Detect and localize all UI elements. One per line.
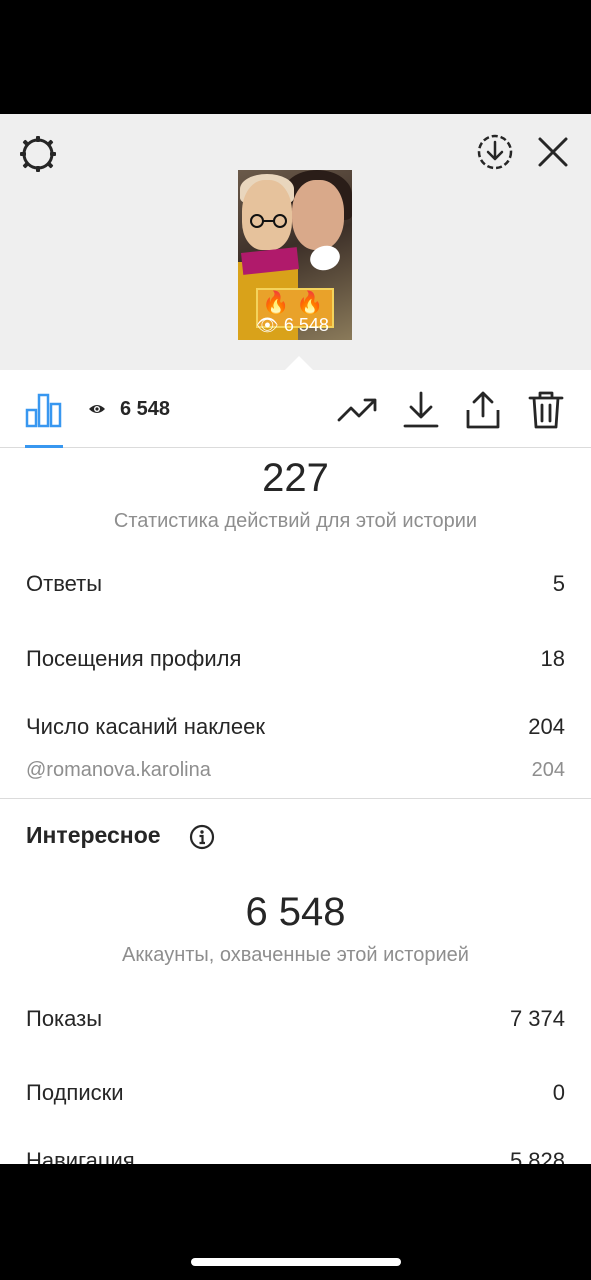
close-icon[interactable] — [535, 134, 571, 170]
thumbnail-views-label: 👁 6 548 — [256, 315, 329, 335]
section-divider — [0, 798, 591, 799]
stat-row-navigation: Навигация 5 828 — [26, 1148, 565, 1164]
status-bar-area — [0, 0, 591, 114]
settings-icon[interactable] — [18, 134, 58, 174]
stat-row-sticker-taps: Число касаний наклеек 204 — [26, 714, 565, 739]
actions-caption: Статистика действий для этой истории — [113, 510, 478, 532]
story-thumbnail[interactable]: 🔥 🔥 👁 6 548 — [238, 170, 352, 340]
discovery-total: 6 548 — [245, 890, 346, 934]
stat-row-follows: Подписки 0 — [26, 1080, 565, 1105]
download-circle-icon[interactable] — [475, 132, 515, 172]
active-tab-indicator — [25, 445, 63, 448]
eye-icon: 👁 — [256, 315, 279, 335]
insights-bar-icon[interactable] — [25, 392, 63, 428]
trash-icon[interactable] — [528, 390, 564, 430]
download-icon[interactable] — [402, 390, 440, 430]
insights-toolbar: 6 548 — [0, 370, 591, 448]
stat-row-impressions: Показы 7 374 — [26, 1006, 565, 1031]
eye-icon — [89, 405, 105, 413]
story-preview-area: 🔥 🔥 👁 6 548 — [0, 114, 591, 370]
discovery-title: Интересное — [26, 822, 161, 848]
stat-row-sticker-mention: @romanova.karolina 204 — [26, 759, 565, 781]
actions-total: 227 — [262, 456, 329, 500]
share-icon[interactable] — [465, 390, 501, 430]
stat-row-profile-visits: Посещения профиля 18 — [26, 646, 565, 671]
discovery-caption: Аккаунты, охваченные этой историей — [122, 944, 469, 966]
stat-row-replies: Ответы 5 — [26, 571, 565, 596]
home-indicator[interactable] — [191, 1258, 401, 1266]
info-icon[interactable] — [189, 824, 215, 850]
insights-sheet: 6 548 227 Статистика действий для этой и… — [0, 370, 591, 1164]
trend-icon[interactable] — [337, 396, 379, 424]
views-count: 6 548 — [120, 398, 171, 420]
